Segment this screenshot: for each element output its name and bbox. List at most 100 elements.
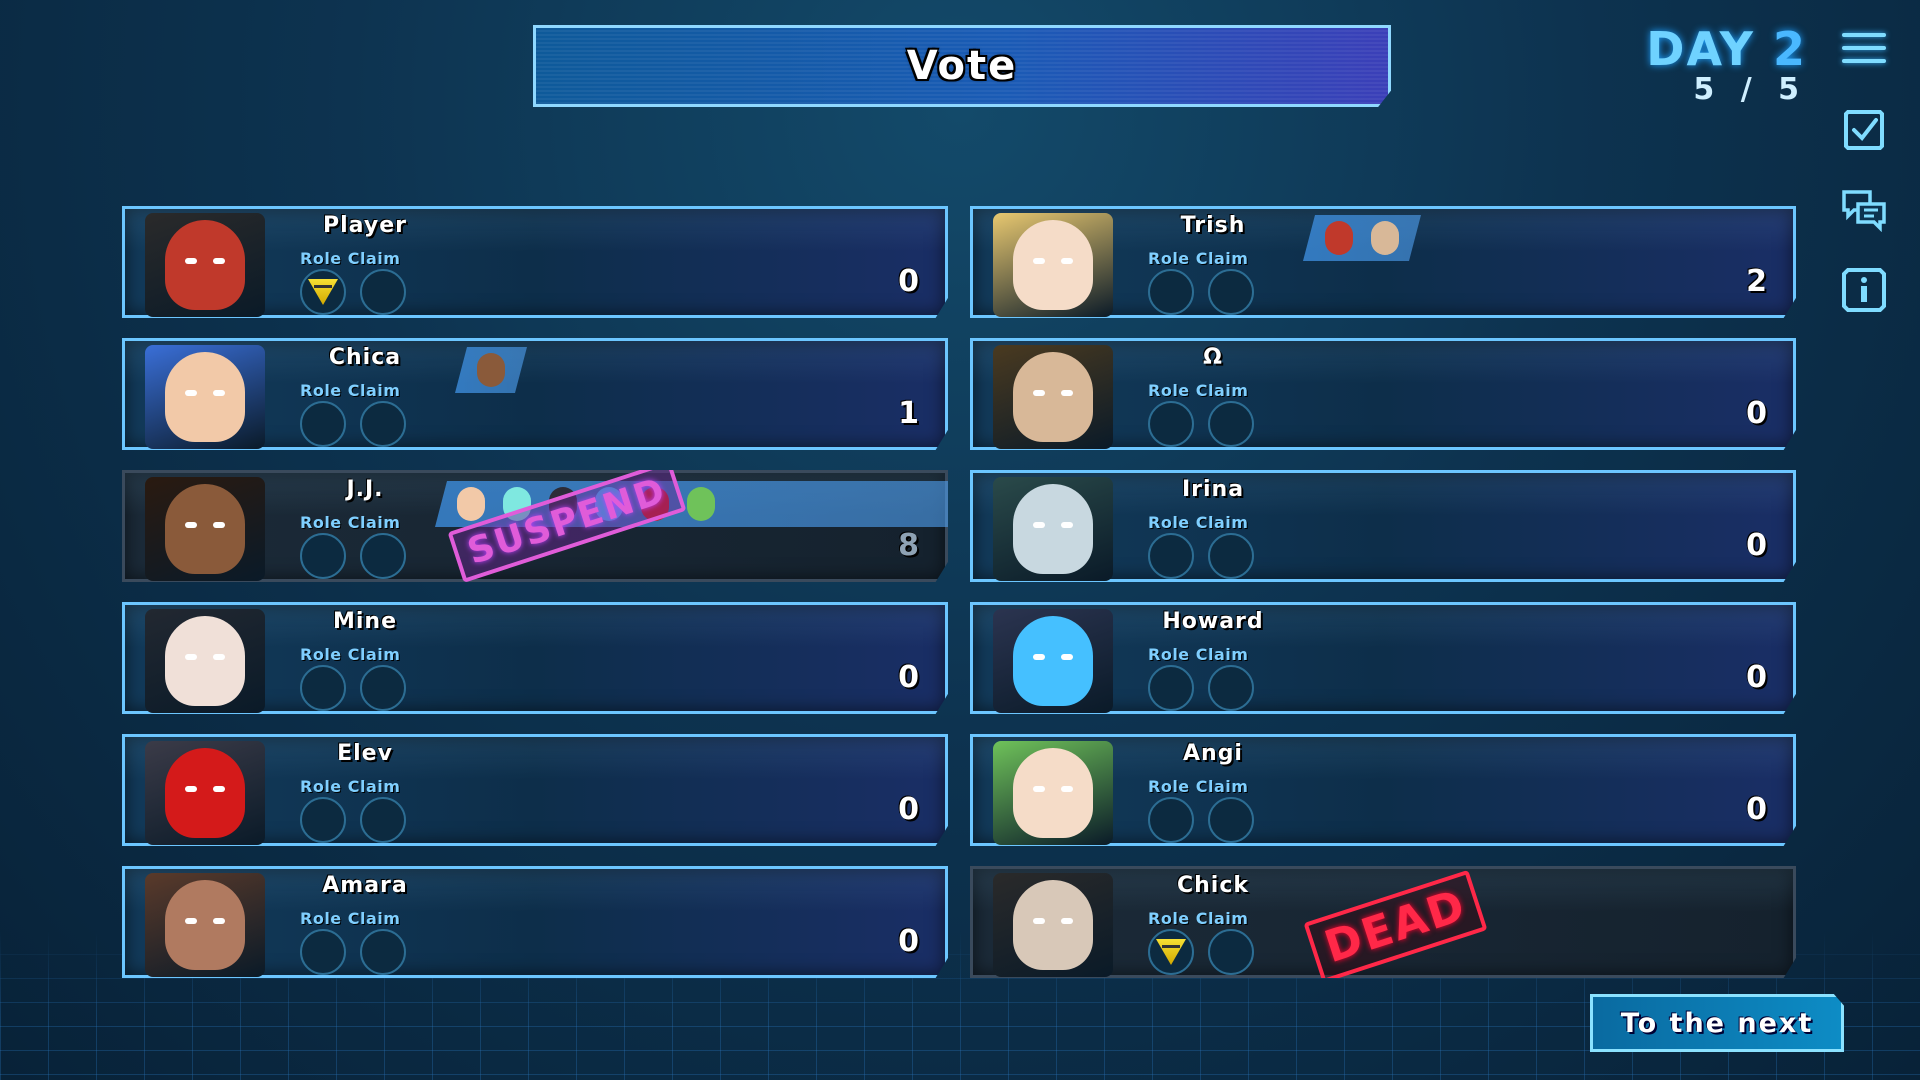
role-claim-label: Role Claim (300, 381, 401, 400)
avatar (993, 345, 1113, 449)
role-claim-label: Role Claim (1148, 381, 1249, 400)
voter-strip: PlayerΩ (1303, 215, 1421, 261)
vote-count: 0 (1746, 792, 1767, 827)
role-claim-slot[interactable] (360, 665, 406, 711)
voter-avatar: J.J. (469, 347, 513, 393)
player-card[interactable]: Elev Role Claim 0 (122, 734, 948, 846)
role-claim-label: Role Claim (300, 249, 401, 268)
role-claim-label: Role Claim (1148, 645, 1249, 664)
checklist-icon[interactable] (1838, 104, 1890, 156)
role-claim-slot[interactable] (360, 929, 406, 975)
title-bar: Vote (533, 25, 1391, 107)
player-name: Mine (332, 609, 398, 634)
avatar (145, 345, 265, 449)
player-name: Player (323, 213, 407, 238)
voter-strip: J.J. (455, 347, 527, 393)
role-badge-icon (308, 279, 338, 305)
role-claim-slot[interactable] (360, 401, 406, 447)
role-claim-slot[interactable] (1208, 797, 1254, 843)
player-name: Amara (322, 873, 408, 898)
avatar (145, 873, 265, 977)
vote-count: 0 (898, 924, 919, 959)
role-claim-slot[interactable] (1148, 665, 1194, 711)
role-claim-slot[interactable] (300, 929, 346, 975)
day-number: 2 (1772, 22, 1807, 76)
player-card[interactable]: J.J.Role ClaimChicaIrinaMineHowardElevAn… (122, 470, 948, 582)
role-claim-label: Role Claim (300, 513, 401, 532)
role-claim-label: Role Claim (1148, 777, 1249, 796)
role-claim-slot[interactable] (1148, 269, 1194, 315)
next-button[interactable]: To the next (1590, 994, 1844, 1052)
player-name: Trish (1180, 213, 1246, 238)
role-claim-slot[interactable] (1208, 665, 1254, 711)
player-card[interactable]: Irina Role Claim 0 (970, 470, 1796, 582)
role-claim-slot[interactable] (300, 533, 346, 579)
player-card[interactable]: Mine Role Claim 0 (122, 602, 948, 714)
voter-avatar: Ω (1363, 215, 1407, 261)
role-claim-label: Role Claim (1148, 909, 1249, 928)
role-claim-slot[interactable] (300, 269, 346, 315)
vote-count: 0 (1746, 396, 1767, 431)
player-card[interactable]: Trish Role Claim PlayerΩ 2 (970, 206, 1796, 318)
player-name: Ω (1203, 345, 1223, 370)
role-claim-slot[interactable] (1148, 401, 1194, 447)
player-card[interactable]: Amara Role Claim 0 (122, 866, 948, 978)
voter-avatar: Angi (679, 481, 723, 527)
avatar (145, 609, 265, 713)
chat-icon[interactable] (1838, 184, 1890, 236)
vote-count: 0 (1746, 528, 1767, 563)
day-progress: 5 / 5 (1693, 72, 1807, 107)
role-claim-slot[interactable] (360, 533, 406, 579)
avatar (993, 741, 1113, 845)
info-icon[interactable] (1838, 264, 1890, 316)
player-name: Chica (328, 345, 402, 370)
avatar (145, 213, 265, 317)
avatar (993, 609, 1113, 713)
avatar (993, 213, 1113, 317)
role-badge-icon (1156, 939, 1186, 965)
role-claim-label: Role Claim (300, 909, 401, 928)
role-claim-slot[interactable] (360, 269, 406, 315)
dead-stamp: DEAD (1303, 869, 1488, 978)
player-name: Chick (1176, 873, 1250, 898)
role-claim-slot[interactable] (1148, 533, 1194, 579)
player-card[interactable]: Chica Role Claim J.J. 1 (122, 338, 948, 450)
role-claim-slot[interactable] (300, 797, 346, 843)
player-name: Irina (1181, 477, 1245, 502)
role-claim-slot[interactable] (1148, 797, 1194, 843)
avatar (993, 873, 1113, 977)
player-card[interactable]: Angi Role Claim 0 (970, 734, 1796, 846)
player-name: Howard (1162, 609, 1264, 634)
avatar (145, 477, 265, 581)
role-claim-slot[interactable] (1208, 269, 1254, 315)
suspend-stamp: SUSPEND (447, 470, 687, 582)
vote-count: 8 (898, 528, 919, 563)
avatar (993, 477, 1113, 581)
menu-icon[interactable] (1838, 22, 1890, 74)
vote-count: 0 (1746, 660, 1767, 695)
voter-avatar: Player (1317, 215, 1361, 261)
role-claim-slot[interactable] (1208, 929, 1254, 975)
role-claim-slot[interactable] (1208, 533, 1254, 579)
role-claim-slot[interactable] (1208, 401, 1254, 447)
day-label: DAY (1646, 22, 1755, 76)
role-claim-slot[interactable] (300, 665, 346, 711)
vote-count: 2 (1746, 264, 1767, 299)
role-claim-label: Role Claim (300, 777, 401, 796)
player-card[interactable]: Ω Role Claim 0 (970, 338, 1796, 450)
player-card[interactable]: Player Role Claim 0 (122, 206, 948, 318)
vote-count: 0 (898, 660, 919, 695)
avatar (145, 741, 265, 845)
player-name: Elev (337, 741, 393, 766)
vote-count: 0 (898, 264, 919, 299)
role-claim-label: Role Claim (300, 645, 401, 664)
player-name: Angi (1183, 741, 1243, 766)
day-counter: DAY 2 5 / 5 (1646, 22, 1807, 107)
role-claim-slot[interactable] (360, 797, 406, 843)
player-card[interactable]: Chick Role Claim DEAD (970, 866, 1796, 978)
role-claim-slot[interactable] (1148, 929, 1194, 975)
page-title: Vote (906, 43, 1018, 89)
role-claim-label: Role Claim (1148, 513, 1249, 532)
player-card[interactable]: Howard Role Claim 0 (970, 602, 1796, 714)
role-claim-slot[interactable] (300, 401, 346, 447)
